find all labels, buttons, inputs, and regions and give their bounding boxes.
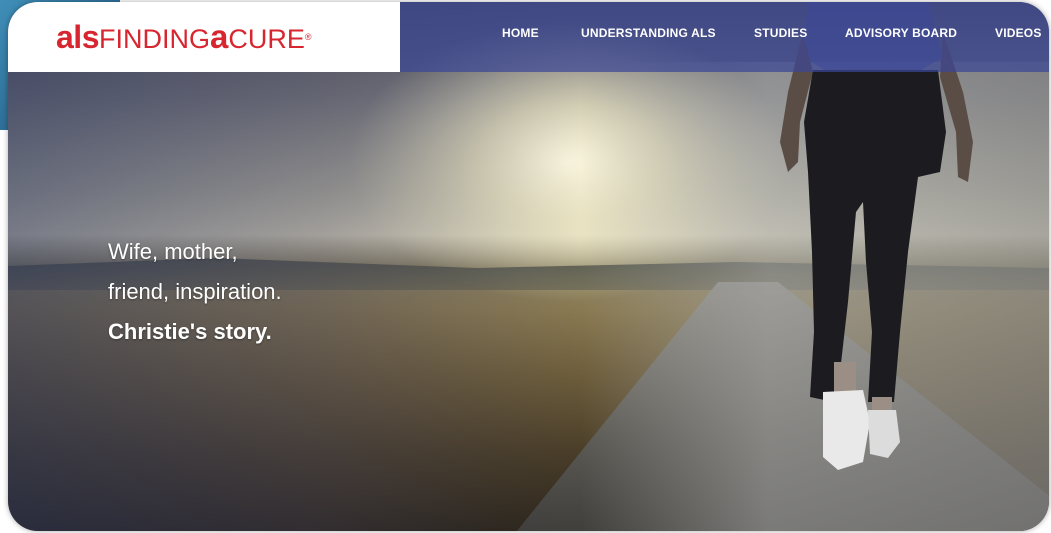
hero-line-1: Wife, mother, bbox=[108, 239, 238, 264]
hero-blue-tint bbox=[8, 2, 581, 531]
logo-finding: FINDING bbox=[98, 24, 210, 54]
hero-headline: Wife, mother, friend, inspiration. Chris… bbox=[108, 232, 282, 352]
logo-cure: CURE bbox=[228, 24, 305, 54]
nav-home[interactable]: HOME bbox=[502, 26, 539, 40]
logo-area: alsFINDINGaCURE® bbox=[8, 2, 400, 72]
logo-als: als bbox=[56, 19, 99, 55]
hero-line-2: friend, inspiration. bbox=[108, 279, 282, 304]
nav-understanding-als[interactable]: UNDERSTANDING ALS bbox=[581, 26, 716, 40]
walking-woman-image bbox=[780, 2, 973, 470]
nav-videos[interactable]: VIDEOS bbox=[995, 26, 1042, 40]
screen: alsFINDINGaCURE® HOME UNDERSTANDING ALS … bbox=[0, 0, 1051, 533]
site-logo[interactable]: alsFINDINGaCURE® bbox=[56, 20, 312, 56]
hero-story-link[interactable]: Christie's story. bbox=[108, 312, 282, 352]
logo-a: a bbox=[209, 18, 229, 55]
nav-advisory-board[interactable]: ADVISORY BOARD bbox=[845, 26, 957, 40]
main-nav: HOME UNDERSTANDING ALS STUDIES ADVISORY … bbox=[400, 2, 1049, 72]
nav-studies[interactable]: STUDIES bbox=[754, 26, 807, 40]
site-header: alsFINDINGaCURE® HOME UNDERSTANDING ALS … bbox=[8, 2, 1049, 72]
logo-trademark: ® bbox=[304, 32, 312, 42]
hero-card: alsFINDINGaCURE® HOME UNDERSTANDING ALS … bbox=[8, 2, 1049, 531]
